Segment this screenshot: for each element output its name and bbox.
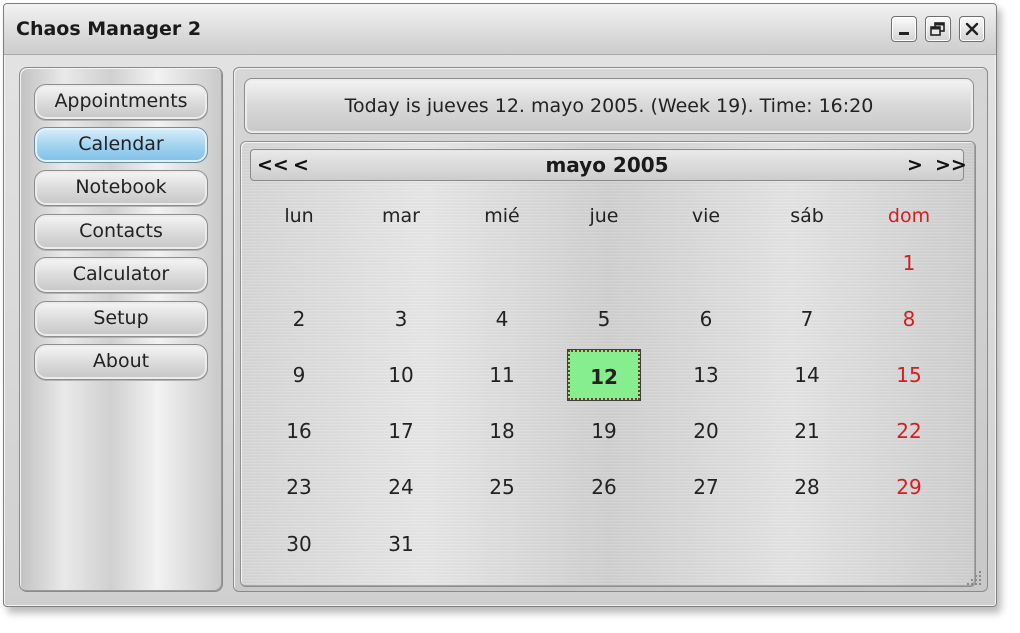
nav-calculator-button[interactable]: Calculator (34, 257, 208, 293)
calendar-day[interactable]: 13 (670, 350, 742, 400)
restore-button[interactable] (925, 16, 951, 42)
nav-appointments-button[interactable]: Appointments (34, 84, 208, 120)
calendar-day[interactable]: 19 (568, 406, 640, 456)
resize-grip-icon[interactable] (965, 569, 983, 587)
nav-contacts-button[interactable]: Contacts (34, 214, 208, 250)
restore-icon (930, 22, 945, 36)
calendar-day[interactable]: 24 (365, 462, 437, 512)
calendar-day[interactable]: 9 (263, 350, 335, 400)
month-navigation-bar: << < mayo 2005 > >> (250, 149, 967, 181)
calendar-day[interactable]: 22 (873, 406, 945, 456)
next-month-button[interactable]: > (907, 150, 923, 180)
calendar-day[interactable]: 28 (771, 462, 843, 512)
navigation-sidebar: Appointments Calendar Notebook Contacts … (19, 67, 223, 592)
calendar-day[interactable]: 17 (365, 406, 437, 456)
weekday-header: mar (382, 205, 420, 227)
nav-notebook-button[interactable]: Notebook (34, 170, 208, 206)
close-button[interactable] (959, 16, 985, 42)
calendar-day[interactable]: 20 (670, 406, 742, 456)
calendar-day[interactable]: 14 (771, 350, 843, 400)
weekday-header: jue (589, 205, 619, 227)
app-window: Chaos Manager 2 Appointments Calendar No… (3, 3, 997, 607)
calendar-day[interactable]: 27 (670, 462, 742, 512)
window-title: Chaos Manager 2 (16, 18, 202, 40)
calendar-day[interactable]: 8 (873, 294, 945, 344)
calendar-day[interactable]: 16 (263, 406, 335, 456)
calendar-day[interactable]: 4 (466, 294, 538, 344)
calendar-day[interactable]: 10 (365, 350, 437, 400)
minimize-button[interactable] (891, 16, 917, 42)
weekday-header: vie (691, 205, 721, 227)
calendar-day[interactable]: 15 (873, 350, 945, 400)
calendar-day[interactable]: 2 (263, 294, 335, 344)
weekday-header: lun (284, 205, 314, 227)
next-year-button[interactable]: >> (935, 150, 967, 180)
calendar-day[interactable]: 1 (873, 238, 945, 288)
calendar-day[interactable]: 31 (365, 519, 437, 569)
calendar-day[interactable]: 25 (466, 462, 538, 512)
month-title: mayo 2005 (545, 153, 669, 177)
weekday-header: mié (484, 205, 520, 227)
calendar-panel: << < mayo 2005 > >> lun mar mié jue vie sáb do… (240, 141, 976, 587)
calendar-day[interactable]: 26 (568, 462, 640, 512)
nav-about-button[interactable]: About (34, 344, 208, 380)
calendar-day-today[interactable]: 12 (567, 349, 641, 401)
calendar-day[interactable]: 29 (873, 462, 945, 512)
nav-setup-button[interactable]: Setup (34, 301, 208, 337)
calendar-day[interactable]: 30 (263, 519, 335, 569)
weekday-header: dom (887, 205, 931, 227)
calendar-day[interactable]: 5 (568, 294, 640, 344)
calendar-day[interactable]: 3 (365, 294, 437, 344)
calendar-day[interactable]: 18 (466, 406, 538, 456)
close-icon (965, 22, 979, 36)
minimize-icon (899, 32, 909, 35)
today-banner: Today is jueves 12. mayo 2005. (Week 19)… (244, 78, 974, 134)
weekday-header: sáb (790, 205, 824, 227)
title-bar[interactable]: Chaos Manager 2 (4, 4, 996, 55)
calendar-day[interactable]: 23 (263, 462, 335, 512)
calendar-day[interactable]: 7 (771, 294, 843, 344)
calendar-day[interactable]: 11 (466, 350, 538, 400)
nav-calendar-button[interactable]: Calendar (34, 127, 208, 163)
calendar-day[interactable]: 6 (670, 294, 742, 344)
calendar-day[interactable]: 21 (771, 406, 843, 456)
main-panel: Today is jueves 12. mayo 2005. (Week 19)… (233, 67, 988, 592)
